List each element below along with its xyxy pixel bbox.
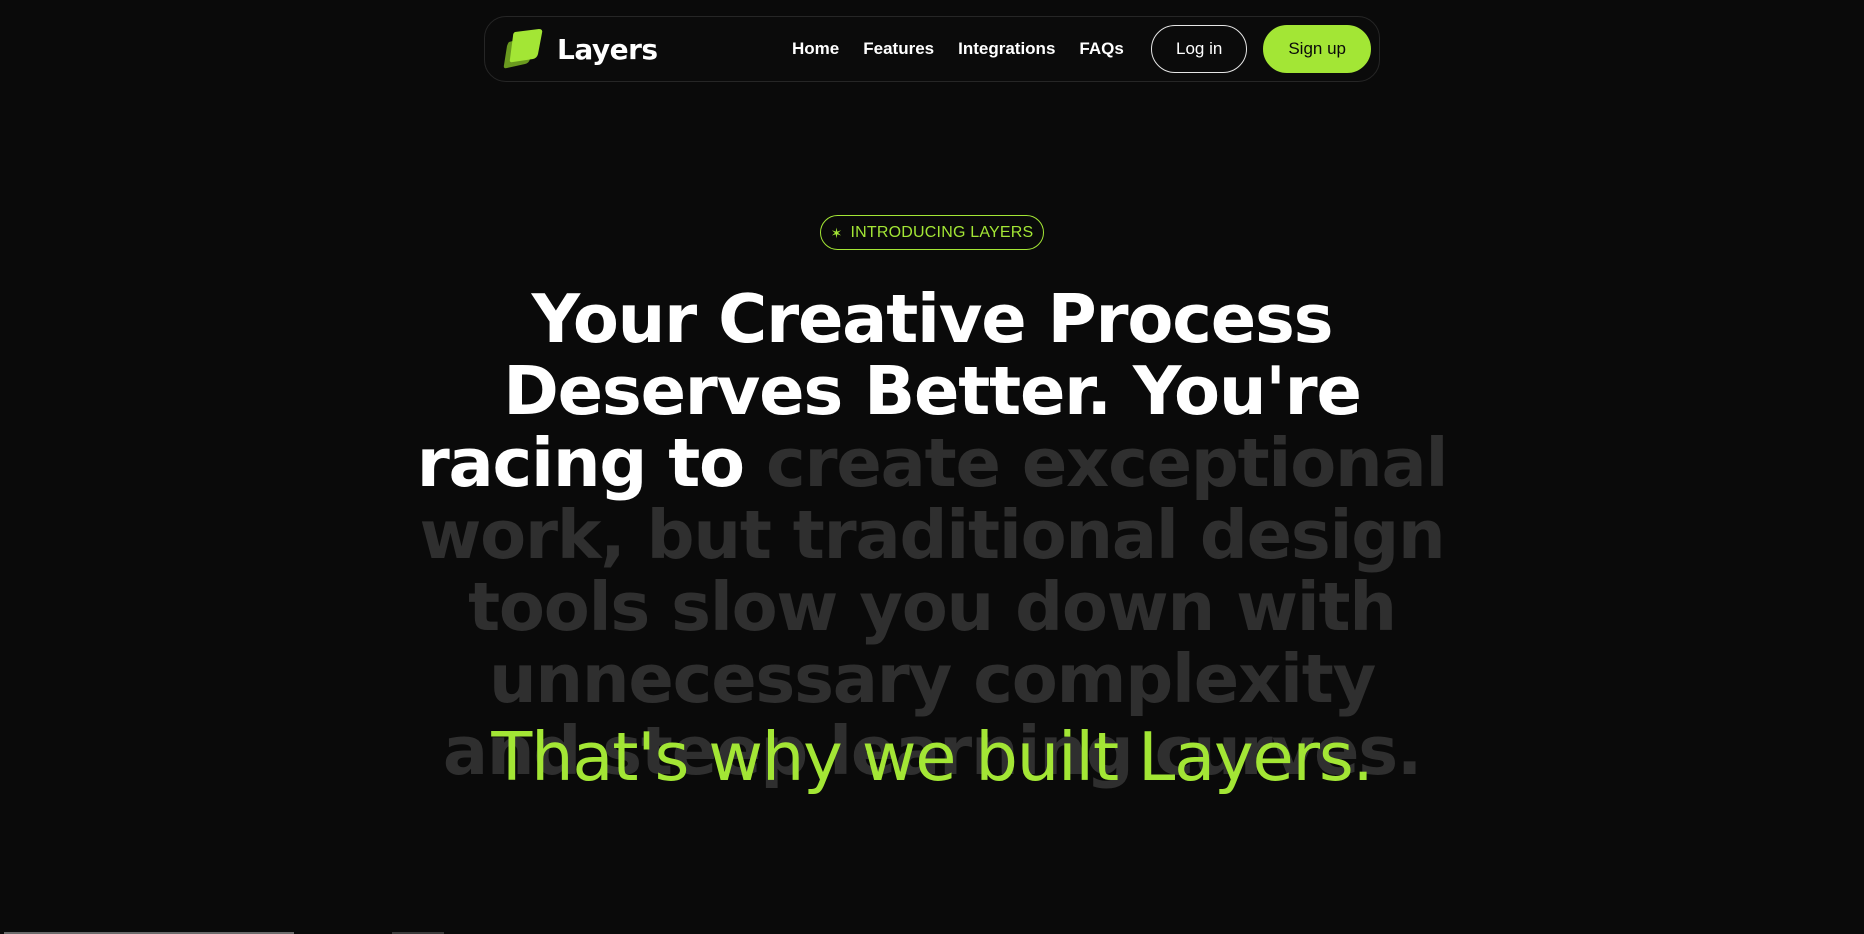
sparkle-icon: ✶ — [830, 224, 843, 241]
nav-link-faqs[interactable]: FAQs — [1067, 39, 1135, 59]
nav-link-features[interactable]: Features — [851, 39, 946, 59]
top-navbar: Layers Home Features Integrations FAQs L… — [484, 16, 1380, 82]
page: Layers Home Features Integrations FAQs L… — [0, 0, 1864, 934]
nav-link-integrations[interactable]: Integrations — [946, 39, 1067, 59]
introducing-badge: ✶ INTRODUCING LAYERS — [820, 215, 1044, 250]
brand-name: Layers — [557, 32, 658, 66]
nav-actions: Log in Sign up — [1151, 17, 1371, 81]
hero-headline: Your Creative Process Deserves Better. Y… — [412, 283, 1452, 787]
layers-logo-icon — [503, 29, 543, 69]
login-button[interactable]: Log in — [1151, 25, 1248, 73]
badge-label: INTRODUCING LAYERS — [850, 223, 1034, 241]
hero-tagline: That's why we built Layers. — [491, 718, 1373, 796]
nav-links: Home Features Integrations FAQs — [780, 17, 1136, 81]
signup-button[interactable]: Sign up — [1263, 25, 1371, 73]
nav-link-home[interactable]: Home — [780, 39, 851, 59]
brand-home-link[interactable]: Layers — [501, 26, 658, 72]
